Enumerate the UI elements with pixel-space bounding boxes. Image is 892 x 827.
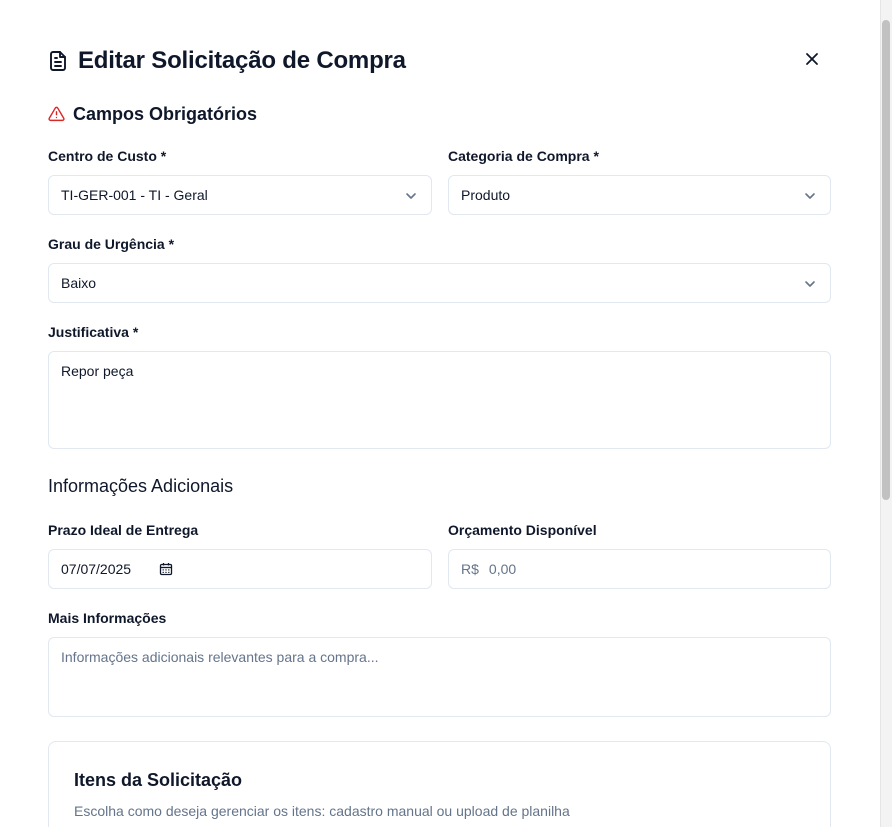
chevron-down-icon	[403, 188, 419, 204]
close-button[interactable]	[801, 50, 823, 72]
justification-value: Repor peça	[61, 363, 134, 379]
close-icon[interactable]	[805, 52, 819, 71]
justification-textarea[interactable]: Repor peça	[48, 351, 831, 449]
page: Editar Solicitação de Compra Campos Obri…	[0, 0, 892, 827]
currency-prefix: R$	[461, 561, 479, 577]
urgency-value: Baixo	[61, 275, 97, 291]
delivery-deadline-value: 07/07/2025	[61, 561, 132, 577]
justification-label: Justificativa *	[48, 324, 139, 340]
dialog-header: Editar Solicitação de Compra	[48, 44, 831, 78]
scrollbar[interactable]	[880, 0, 892, 827]
required-fields-section-header: Campos Obrigatórios	[48, 101, 257, 127]
purchase-category-select[interactable]: Produto	[448, 175, 831, 215]
file-text-icon	[48, 50, 70, 72]
scrollbar-thumb[interactable]	[882, 20, 890, 500]
chevron-down-icon	[802, 188, 818, 204]
purchase-category-value: Produto	[461, 187, 511, 203]
urgency-label: Grau de Urgência *	[48, 236, 175, 252]
cost-center-value: TI-GER-001 - TI - Geral	[61, 187, 208, 203]
request-items-card: Itens da Solicitação Escolha como deseja…	[48, 741, 831, 827]
more-info-placeholder: Informações adicionais relevantes para a…	[61, 649, 379, 665]
chevron-down-icon	[802, 276, 818, 292]
dialog-title: Editar Solicitação de Compra	[78, 47, 406, 74]
required-fields-title: Campos Obrigatórios	[73, 103, 258, 124]
request-items-title: Itens da Solicitação	[74, 770, 243, 790]
available-budget-placeholder: 0,00	[488, 561, 517, 577]
available-budget-label: Orçamento Disponível	[448, 522, 597, 538]
calendar-icon[interactable]	[159, 562, 173, 576]
alert-triangle-icon	[48, 105, 66, 123]
purchase-category-label: Categoria de Compra *	[448, 148, 599, 164]
available-budget-input[interactable]: R$ 0,00	[448, 549, 831, 589]
additional-info-title: Informações Adicionais	[48, 476, 234, 496]
delivery-deadline-input[interactable]: 07/07/2025	[48, 549, 432, 589]
more-info-textarea[interactable]: Informações adicionais relevantes para a…	[48, 637, 831, 717]
urgency-select[interactable]: Baixo	[48, 263, 831, 303]
request-items-description: Escolha como deseja gerenciar os itens: …	[74, 803, 570, 819]
more-info-label: Mais Informações	[48, 610, 167, 626]
cost-center-label: Centro de Custo *	[48, 148, 167, 164]
cost-center-select[interactable]: TI-GER-001 - TI - Geral	[48, 175, 432, 215]
delivery-deadline-label: Prazo Ideal de Entrega	[48, 522, 199, 538]
